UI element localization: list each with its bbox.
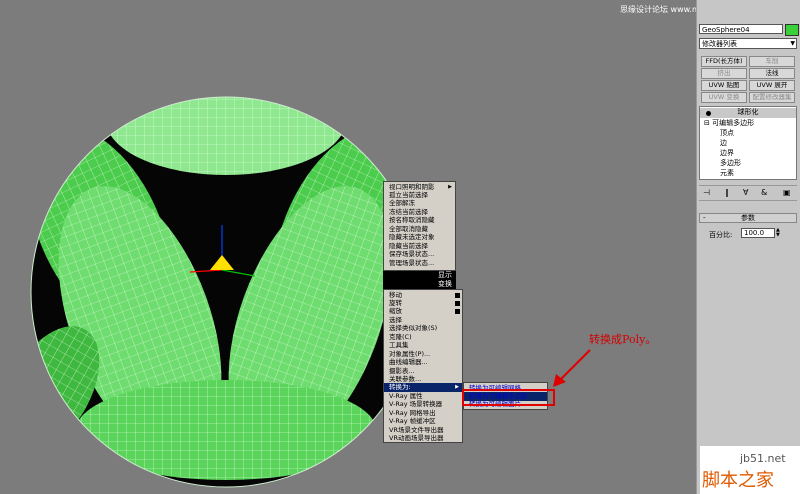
modifier-stack[interactable]: 球形化 ⊟ 可编辑多边形 顶点 边 边界 多边形 元素 bbox=[699, 106, 797, 180]
normal-button[interactable]: 法线 bbox=[749, 68, 795, 79]
command-panel: GeoSphere04 修改器列表 ▼ FFD(长方体) 车削 挤出 法线 UV… bbox=[696, 0, 800, 494]
annotation-text: 转换成Poly。 bbox=[589, 333, 657, 346]
uvw-xform-button[interactable]: UVW 变换 bbox=[701, 92, 747, 103]
make-unique-icon[interactable]: ∀ bbox=[743, 188, 748, 198]
percent-label: 百分比: bbox=[709, 231, 733, 239]
watermark-site: jb51.net bbox=[740, 452, 786, 465]
object-color-swatch[interactable] bbox=[785, 24, 799, 36]
display-menu-item[interactable]: 管理场景状态... bbox=[384, 259, 455, 268]
ffd-box-button[interactable]: FFD(长方体) bbox=[701, 56, 747, 67]
object-name-field[interactable]: GeoSphere04 bbox=[699, 24, 783, 34]
collapse-icon: - bbox=[703, 214, 706, 222]
settings-box-icon[interactable] bbox=[455, 292, 460, 298]
stack-item-polygon[interactable]: 多边形 bbox=[720, 159, 741, 168]
modifier-list-label: 修改器列表 bbox=[702, 40, 737, 48]
modifier-list-dropdown[interactable]: 修改器列表 ▼ bbox=[699, 38, 797, 49]
stack-item-spherify[interactable]: 球形化 bbox=[700, 108, 796, 118]
lathe-button[interactable]: 车削 bbox=[749, 56, 795, 67]
show-end-result-icon[interactable]: ‖ bbox=[725, 188, 729, 198]
remove-modifier-icon[interactable]: & bbox=[761, 188, 767, 198]
quad-header-display: 显示 bbox=[383, 271, 456, 280]
transform-menu-item[interactable]: VR动画场景导出器 bbox=[384, 434, 462, 443]
stack-item-vertex[interactable]: 顶点 bbox=[720, 129, 734, 138]
bulb-icon bbox=[706, 111, 711, 116]
stack-item-editable-poly[interactable]: ⊟ 可编辑多边形 bbox=[704, 119, 754, 128]
expand-icon: ⊟ bbox=[704, 119, 713, 127]
quad-menu-display: 视口照明和阴影 ▶ 孤立当前选择 全部解冻 冻结当前选择 按名称取消隐藏 全部取消隐藏 隐藏未… bbox=[383, 181, 456, 271]
3d-viewport[interactable] bbox=[0, 0, 696, 494]
highlight-box bbox=[462, 389, 555, 406]
quad-menu-transform: 移动 旋转 缩放 选择 选择类似对象(S) 克隆(C) 工具集 对象属性(P)... 曲线编辑器… bbox=[383, 289, 463, 443]
stack-item-border[interactable]: 边界 bbox=[720, 149, 734, 158]
percent-input[interactable]: 100.0 bbox=[741, 228, 775, 238]
stack-item-element[interactable]: 元素 bbox=[720, 169, 734, 178]
geosphere-render bbox=[30, 96, 422, 488]
extrude-button[interactable]: 挤出 bbox=[701, 68, 747, 79]
uvw-unwrap-button[interactable]: UVW 展开 bbox=[749, 80, 795, 91]
parameters-rollout[interactable]: - 参数 bbox=[699, 213, 797, 223]
percent-spinner-icon[interactable]: ▲ ▼ bbox=[776, 228, 782, 238]
settings-box-icon[interactable] bbox=[455, 309, 460, 315]
uvw-map-button[interactable]: UVW 贴图 bbox=[701, 80, 747, 91]
stack-item-edge[interactable]: 边 bbox=[720, 139, 727, 148]
configure-sets-icon[interactable]: ▣ bbox=[783, 188, 791, 198]
stack-toolbar: ⊣ ‖ ∀ & ▣ bbox=[699, 185, 797, 201]
quad-header-transform: 变换 bbox=[383, 280, 456, 289]
chevron-down-icon: ▼ bbox=[790, 40, 795, 47]
settings-box-icon[interactable] bbox=[455, 300, 460, 306]
config-modifier-sets-button[interactable]: 配置修改器集 bbox=[749, 92, 795, 103]
pin-stack-icon[interactable]: ⊣ bbox=[703, 188, 710, 198]
watermark-brand: 脚本之家 bbox=[702, 470, 774, 491]
